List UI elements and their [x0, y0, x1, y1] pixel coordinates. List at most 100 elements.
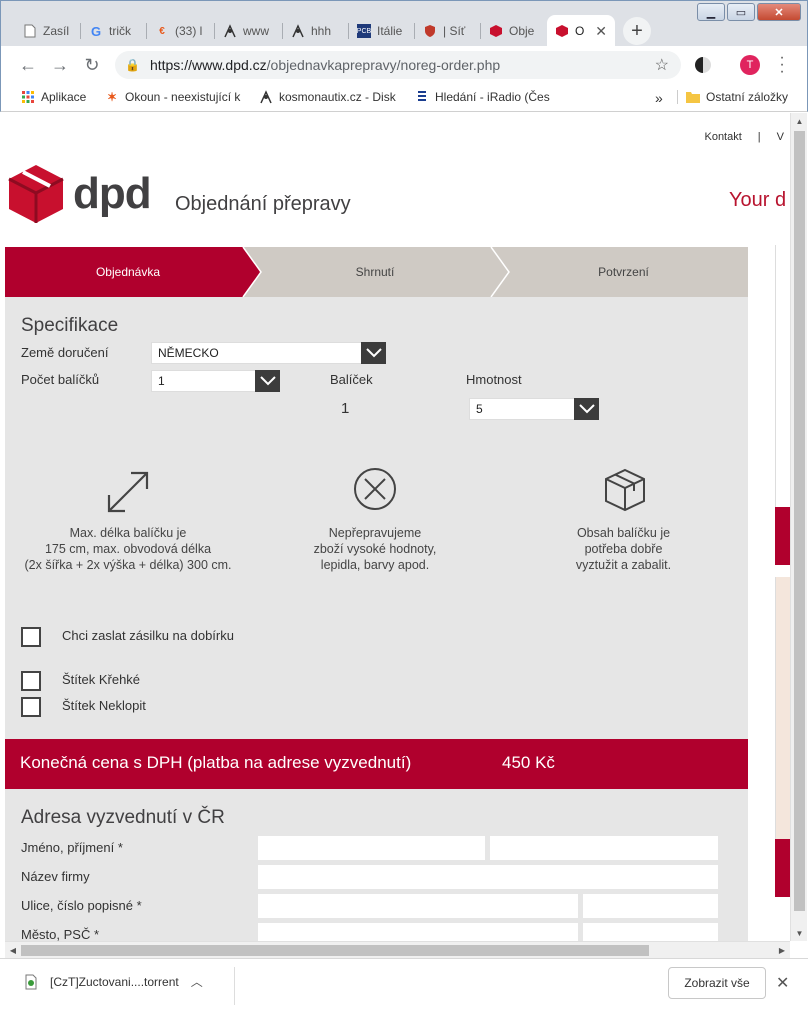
city-input[interactable]	[258, 923, 578, 941]
forward-button[interactable]: →	[49, 54, 71, 76]
other-bookmarks[interactable]: Ostatní záložky	[677, 90, 788, 104]
minimize-button[interactable]: ▁	[697, 3, 725, 21]
back-button[interactable]: ←	[17, 54, 39, 76]
tab-title: O	[575, 24, 585, 38]
window-close-button[interactable]: ✕	[757, 3, 801, 21]
bookmarks-overflow-button[interactable]: »	[655, 90, 663, 106]
dpd-icon	[489, 24, 503, 38]
scroll-up-icon[interactable]: ▲	[791, 113, 808, 129]
noflip-checkbox[interactable]	[21, 697, 41, 717]
menu-dots-icon[interactable]: · · ·	[777, 50, 787, 80]
country-select[interactable]: NĚMECKO	[151, 342, 386, 364]
step-summary: Shrnutí	[355, 265, 395, 279]
kosmonautix-icon	[291, 24, 305, 38]
company-input[interactable]	[258, 865, 718, 889]
maximize-button[interactable]: ▭	[727, 3, 755, 21]
scroll-right-icon[interactable]: ▶	[774, 942, 790, 959]
dpd-logo-icon[interactable]	[7, 163, 65, 225]
scroll-thumb[interactable]	[794, 131, 805, 911]
parcels-select[interactable]: 1	[151, 370, 280, 392]
tab-title: Itálie	[377, 24, 403, 38]
browser-tab[interactable]: PCB Itálie	[349, 15, 415, 47]
side-banner-image[interactable]	[775, 577, 790, 839]
browser-tab[interactable]: G tričk	[81, 15, 147, 47]
show-all-downloads-button[interactable]: Zobrazit vše	[668, 967, 766, 999]
final-price-bar: Konečná cena s DPH (platba na adrese vyz…	[5, 739, 748, 789]
okoun-icon: €	[159, 25, 165, 37]
chevron-down-icon[interactable]	[361, 342, 386, 364]
browser-tab-active[interactable]: O ✕	[547, 15, 615, 47]
parcel-column-label: Balíček	[330, 372, 373, 387]
extension-icon[interactable]	[695, 57, 711, 73]
shield-icon	[423, 24, 437, 38]
browser-tab[interactable]: hhh	[283, 15, 349, 47]
price-label: Konečná cena s DPH (platba na adrese vyz…	[20, 753, 412, 772]
side-banner-red[interactable]	[775, 839, 790, 897]
browser-tab[interactable]: € (33) l	[147, 15, 215, 47]
parcels-label: Počet balíčků	[21, 372, 100, 387]
bookmark-item[interactable]: ✶ Okoun - neexistující k	[105, 90, 245, 104]
download-item[interactable]: [CzT]Zuctovani....torrent ︿	[24, 973, 203, 990]
scroll-left-icon[interactable]: ◀	[5, 942, 21, 959]
info-size-text: Max. délka balíčku je 175 cm, max. obvod…	[24, 526, 232, 572]
profile-avatar[interactable]: T	[740, 55, 760, 75]
browser-tab[interactable]: Obje	[481, 15, 547, 47]
slogan: Your d	[729, 189, 787, 211]
tab-title: | Síť	[443, 24, 466, 38]
chevron-up-icon[interactable]: ︿	[191, 973, 203, 990]
address-bar[interactable]: 🔒 https://www.dpd.cz/objednavkaprepravy/…	[115, 51, 681, 79]
url-host: https://www.dpd.cz	[149, 57, 267, 73]
new-tab-button[interactable]: +	[623, 17, 651, 45]
cod-label: Chci zaslat zásilku na dobírku	[62, 628, 234, 643]
country-label: Země doručení	[21, 345, 109, 360]
browser-tab[interactable]: | Síť	[415, 15, 481, 47]
tab-title: Obje	[509, 24, 535, 38]
first-name-input[interactable]	[258, 836, 485, 860]
top-link[interactable]: V	[777, 131, 784, 143]
bookmark-item[interactable]: kosmonautix.cz - Disk	[259, 90, 399, 104]
lock-icon: 🔒	[125, 58, 140, 72]
bookmark-item[interactable]: Hledání - iRadio (Čes	[415, 90, 551, 104]
okoun-icon: ✶	[106, 90, 118, 104]
bookmark-item[interactable]: Aplikace	[21, 90, 86, 104]
fragile-checkbox[interactable]	[21, 671, 41, 691]
browser-tab[interactable]: Zasíl	[15, 15, 81, 47]
order-steps: Objednávka Shrnutí Potvrzení	[5, 247, 748, 297]
last-name-input[interactable]	[490, 836, 718, 860]
side-banner-red[interactable]	[775, 507, 790, 565]
scroll-down-icon[interactable]: ▼	[791, 925, 808, 941]
close-icon[interactable]: ✕	[776, 973, 789, 993]
bookmarks-bar: Aplikace ✶ Okoun - neexistující k kosmon…	[0, 84, 808, 112]
weight-label: Hmotnost	[466, 372, 522, 387]
close-icon[interactable]: ✕	[595, 23, 607, 40]
parcel-number: 1	[341, 400, 350, 417]
city-label: Město, PSČ *	[21, 927, 100, 941]
browser-tab-bar: Zasíl G tričk € (33) l www hhh PCB Itáli…	[0, 0, 808, 47]
side-banner[interactable]	[775, 245, 790, 507]
house-number-input[interactable]	[583, 894, 718, 918]
step-confirmation: Potvrzení	[598, 265, 649, 279]
cod-checkbox[interactable]	[21, 627, 41, 647]
bookmark-star-icon[interactable]: ☆	[655, 55, 669, 75]
reload-button[interactable]: ↻	[81, 54, 103, 76]
street-input[interactable]	[258, 894, 578, 918]
vertical-scrollbar[interactable]: ▲ ▼	[790, 113, 807, 941]
browser-toolbar: ← → ↻ 🔒 https://www.dpd.cz/objednavkapre…	[0, 46, 808, 84]
weight-select[interactable]: 5	[469, 398, 599, 420]
kosmonautix-icon	[223, 24, 237, 38]
torrent-file-icon	[24, 974, 38, 989]
horizontal-scrollbar[interactable]: ◀ ▶	[5, 941, 790, 958]
zip-input[interactable]	[583, 923, 718, 941]
noflip-label: Štítek Neklopit	[62, 698, 146, 713]
tab-title: tričk	[109, 24, 131, 38]
scroll-thumb[interactable]	[21, 945, 649, 956]
chevron-down-icon[interactable]	[255, 370, 280, 392]
contact-link[interactable]: Kontakt	[704, 131, 741, 143]
tab-title: www	[243, 24, 269, 38]
iradio-icon	[415, 90, 429, 104]
chevron-down-icon[interactable]	[574, 398, 599, 420]
page-viewport: Kontakt | V dpd Objednání přepravy Your d …	[5, 113, 790, 941]
info-packing-text: Obsah balíčku je potřeba dobře vyztužit …	[575, 526, 672, 572]
browser-tab[interactable]: www	[215, 15, 283, 47]
download-bar: [CzT]Zuctovani....torrent ︿ Zobrazit vše…	[0, 958, 808, 1012]
